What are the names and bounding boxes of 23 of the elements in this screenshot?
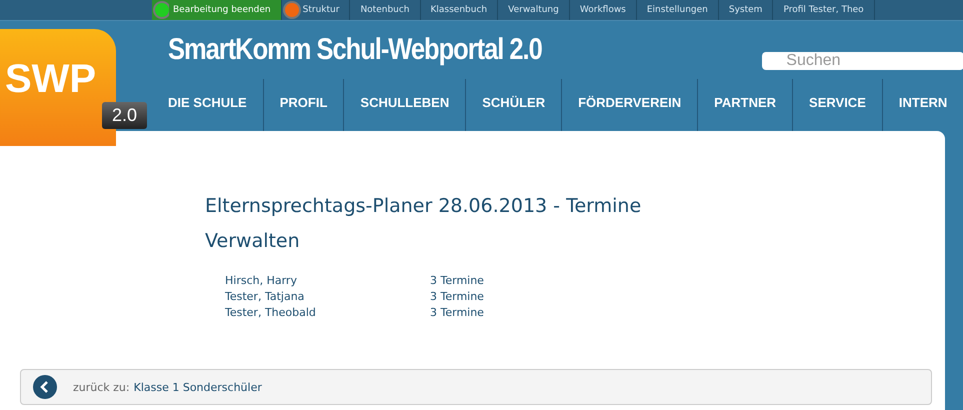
top-menu-item[interactable]: Bearbeitung beenden bbox=[169, 0, 282, 20]
version-badge: 2.0 bbox=[102, 102, 148, 129]
top-menu-item[interactable]: Einstellungen bbox=[636, 0, 719, 20]
top-menu-item[interactable]: Profil Tester, Theo bbox=[773, 0, 875, 20]
appointment-count: 3 Termine bbox=[430, 273, 484, 289]
back-label: zurück zu: bbox=[73, 380, 130, 394]
parent-link[interactable]: Tester, Tatjana bbox=[225, 289, 430, 305]
back-link[interactable]: Klasse 1 Sonderschüler bbox=[134, 380, 262, 394]
parent-link[interactable]: Hirsch, Harry bbox=[225, 273, 430, 289]
search-field[interactable]: Suchen bbox=[762, 52, 963, 70]
logo-text: SWP bbox=[5, 57, 96, 102]
top-menu-item[interactable]: Struktur bbox=[298, 0, 350, 20]
site-title: SmartKomm Schul-Webportal 2.0 bbox=[168, 33, 542, 67]
parent-link[interactable]: Tester, Theobald bbox=[225, 305, 430, 321]
appointment-count: 3 Termine bbox=[430, 289, 484, 305]
back-icon[interactable] bbox=[33, 375, 57, 399]
top-menu-item[interactable]: Workflows bbox=[570, 0, 637, 20]
top-menu-item[interactable]: Notenbuch bbox=[350, 0, 421, 20]
appointment-count: 3 Termine bbox=[430, 305, 484, 321]
top-menu-item[interactable]: System bbox=[718, 0, 774, 20]
page-title: Elternsprechtags-Planer 28.06.2013 - Termine Verwalten bbox=[204, 194, 642, 254]
top-menu-item[interactable]: Klassenbuch bbox=[420, 0, 498, 20]
top-menu-item[interactable]: Verwaltung bbox=[498, 0, 570, 20]
